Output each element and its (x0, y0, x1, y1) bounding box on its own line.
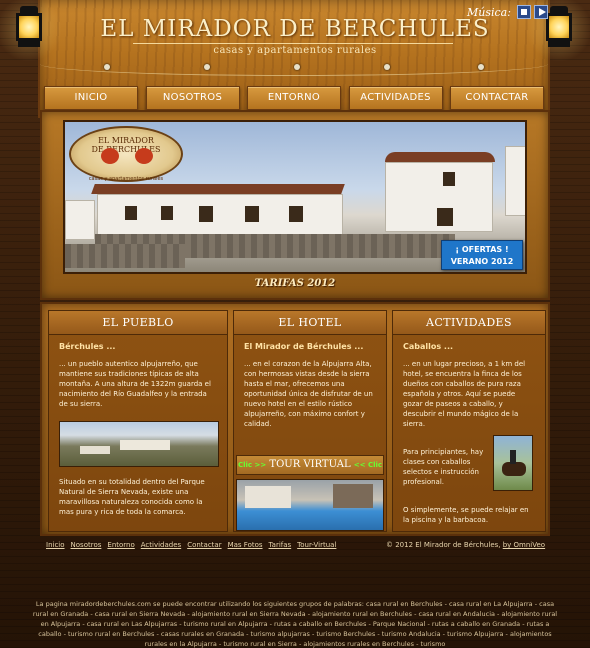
column-text: Para principiantes, hay clases con cabal… (403, 448, 484, 486)
site-subtitle: casas y apartamentos rurales (213, 45, 377, 56)
footer-link-entorno[interactable]: Entorno (107, 541, 134, 549)
ofertas-button[interactable]: ¡ OFERTAS ! VERANO 2012 (441, 240, 523, 270)
column-subheading: Caballos ... (403, 342, 454, 351)
column-hotel: EL HOTEL El Mirador de Bérchules ... ...… (233, 310, 387, 532)
column-pueblo: EL PUEBLO Bérchules ... ... un pueblo au… (48, 310, 228, 532)
hero-photo: EL MIRADOR DE BERCHULES casas y apartame… (63, 120, 527, 274)
column-text: ... en un lugar precioso, a 1 km del hot… (403, 360, 526, 428)
footer-link-contactar[interactable]: Contactar (187, 541, 221, 549)
content-board: EL PUEBLO Bérchules ... ... un pueblo au… (40, 302, 550, 536)
pool-photo[interactable] (236, 479, 384, 531)
footer-link-tarifas[interactable]: Tarifas (269, 541, 292, 549)
credit-link[interactable]: by OmniVeo (503, 541, 545, 549)
village-photo[interactable] (59, 421, 219, 467)
seo-text: La pagina miradordeberchules.com se pued… (32, 600, 558, 648)
music-label: Música: (467, 5, 511, 19)
ofertas-line-2: VERANO 2012 (450, 257, 514, 266)
footer-link-mas-fotos[interactable]: Mas Fotos (228, 541, 263, 549)
column-text: ... un pueblo autentico alpujarreño, que… (59, 360, 211, 408)
column-text: ... en el corazon de la Alpujarra Alta, … (244, 360, 373, 428)
music-player: Música: (467, 4, 548, 20)
nail-icon (104, 64, 110, 70)
nav-contactar[interactable]: CONTACTAR (450, 86, 544, 110)
hero-frame: EL MIRADOR DE BERCHULES casas y apartame… (40, 110, 550, 300)
copyright-text: © 2012 El Mirador de Bérchules, (386, 541, 501, 549)
logo-badge[interactable]: EL MIRADOR DE BERCHULES casas y apartame… (69, 126, 183, 182)
column-heading[interactable]: EL HOTEL (234, 311, 386, 335)
nav-inicio[interactable]: INICIO (44, 86, 138, 110)
tour-click-left: Clic >> (237, 461, 267, 469)
footer-link-nosotros[interactable]: Nosotros (71, 541, 102, 549)
ofertas-line-1: ¡ OFERTAS ! (455, 245, 509, 254)
nail-icon (384, 64, 390, 70)
tour-click-right: << Clic (353, 461, 383, 469)
nail-icon (294, 64, 300, 70)
nail-icon (204, 64, 210, 70)
tarifas-link[interactable]: TARIFAS 2012 (42, 278, 548, 289)
column-text: Situado en su totalidad dentro del Parqu… (59, 478, 205, 516)
footer-link-inicio[interactable]: Inicio (46, 541, 65, 549)
nav-nosotros[interactable]: NOSOTROS (145, 86, 240, 110)
logo-emblem-icon (135, 148, 153, 164)
copyright: © 2012 El Mirador de Bérchules, by OmniV… (386, 541, 545, 549)
nav-actividades[interactable]: ACTIVIDADES (348, 86, 443, 110)
music-stop-icon[interactable] (516, 5, 531, 19)
logo-text-1: EL MIRADOR (98, 136, 154, 145)
music-play-icon[interactable] (533, 5, 548, 19)
tour-label: TOUR VIRTUAL (269, 459, 351, 470)
nav-entorno[interactable]: ENTORNO (247, 86, 341, 110)
logo-subtitle: casas y apartamentos rurales (88, 176, 164, 182)
footer-links: Inicio Nosotros Entorno Actividades Cont… (46, 541, 336, 549)
column-actividades: ACTIVIDADES Caballos ... ... en un lugar… (392, 310, 546, 532)
column-subheading: El Mirador de Bérchules ... (244, 342, 364, 351)
horse-photo[interactable] (493, 435, 533, 491)
column-subheading: Bérchules ... (59, 342, 116, 351)
footer-link-actividades[interactable]: Actividades (141, 541, 181, 549)
nail-icon (478, 64, 484, 70)
footer-link-tour-virtual[interactable]: Tour-Virtual (297, 541, 336, 549)
column-heading[interactable]: ACTIVIDADES (393, 311, 545, 335)
tour-virtual-button[interactable]: Clic >> TOUR VIRTUAL << Clic (236, 455, 384, 475)
column-text: O simplemente, se puede relajar en la pi… (403, 506, 529, 524)
column-heading[interactable]: EL PUEBLO (49, 311, 227, 335)
logo-emblem-icon (101, 148, 119, 164)
title-underline (133, 43, 453, 44)
